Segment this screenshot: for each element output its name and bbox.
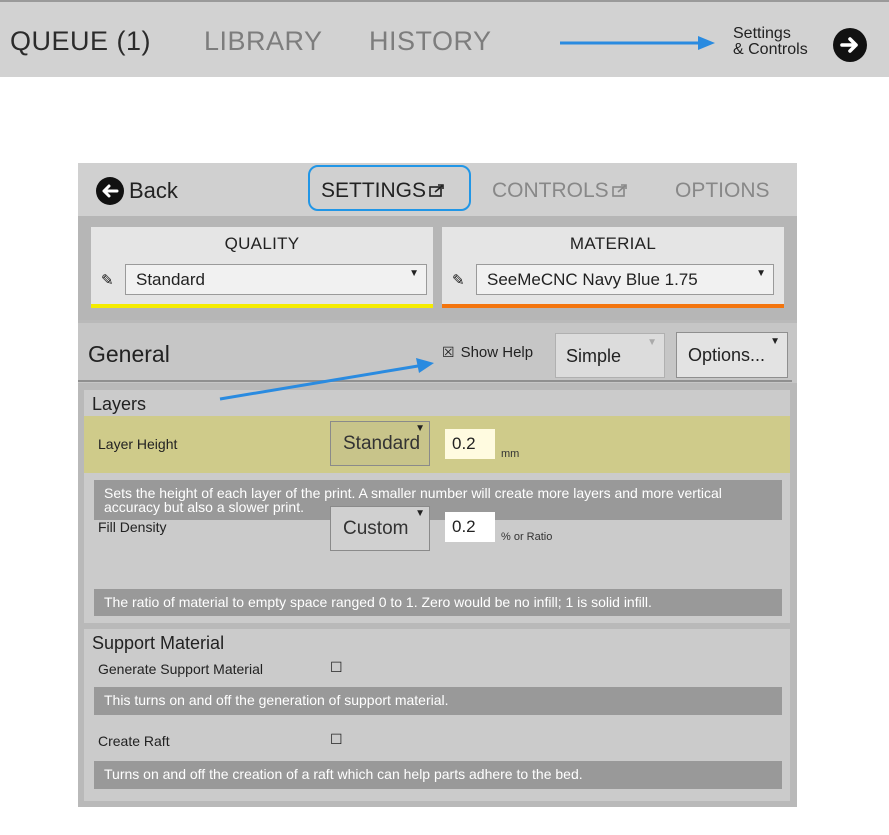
- material-value: SeeMeCNC Navy Blue 1.75: [487, 270, 698, 289]
- caret-down-icon: ▼: [409, 268, 419, 279]
- layers-section: Layers Layer Height Standard ▼ 0.2 mm Se…: [84, 390, 790, 623]
- tab-history[interactable]: HISTORY: [369, 26, 492, 57]
- tab-options[interactable]: OPTIONS: [675, 177, 770, 205]
- tab-queue[interactable]: QUEUE (1): [10, 26, 151, 57]
- caret-down-icon: ▼: [770, 336, 780, 347]
- layer-height-input[interactable]: 0.2: [445, 429, 495, 459]
- show-help-checkbox[interactable]: ☒: [442, 344, 455, 360]
- generate-support-label: Generate Support Material: [98, 661, 263, 677]
- tab-controls[interactable]: CONTROLS: [492, 177, 627, 205]
- fill-density-row: Fill Density Custom ▼ 0.2 % or Ratio: [84, 499, 790, 558]
- settings-mode-value: Simple: [566, 346, 622, 366]
- caret-down-icon: ▼: [647, 337, 657, 348]
- material-select[interactable]: SeeMeCNC Navy Blue 1.75 ▼: [476, 264, 774, 295]
- settings-mode-select[interactable]: Simple ▼: [555, 333, 665, 378]
- general-title: General: [88, 341, 170, 367]
- tab-controls-label: CONTROLS: [492, 179, 609, 202]
- layer-height-label: Layer Height: [98, 436, 178, 452]
- fill-density-unit: % or Ratio: [501, 531, 553, 543]
- material-title: MATERIAL: [569, 234, 657, 253]
- create-raft-checkbox[interactable]: ☐: [330, 731, 343, 748]
- show-help-toggle[interactable]: ☒ Show Help: [442, 344, 533, 361]
- fill-density-help: The ratio of material to empty space ran…: [94, 589, 782, 616]
- create-raft-row: Create Raft ☐: [84, 725, 790, 755]
- generate-support-help: This turns on and off the generation of …: [94, 687, 782, 715]
- top-tab-bar: QUEUE (1) LIBRARY HISTORY Settings & Con…: [0, 0, 889, 77]
- settings-panel: Back SETTINGS CONTROLS OPTIONS QUALITY ✎…: [78, 163, 797, 807]
- panel-header: Back SETTINGS CONTROLS OPTIONS: [78, 163, 797, 216]
- material-card: MATERIAL ✎ SeeMeCNC Navy Blue 1.75 ▼: [442, 227, 784, 308]
- caret-down-icon: ▼: [415, 423, 425, 434]
- quality-title: QUALITY: [224, 234, 300, 253]
- settings-controls-label[interactable]: Settings & Controls: [733, 26, 808, 58]
- layers-section-title: Layers: [92, 394, 147, 414]
- show-help-label: Show Help: [460, 344, 534, 361]
- tab-library[interactable]: LIBRARY: [204, 26, 323, 57]
- layer-height-unit: mm: [501, 448, 520, 460]
- quality-select[interactable]: Standard ▼: [125, 264, 427, 295]
- quality-material-row: QUALITY ✎ Standard ▼ MATERIAL ✎ SeeMeCNC…: [78, 216, 797, 320]
- generate-support-checkbox[interactable]: ☐: [330, 659, 343, 676]
- support-section: Support Material Generate Support Materi…: [84, 629, 790, 801]
- fill-density-preset-value: Custom: [343, 518, 409, 539]
- layer-height-preset-value: Standard: [343, 433, 421, 454]
- fill-density-preset-select[interactable]: Custom ▼: [330, 506, 430, 551]
- caret-down-icon: ▼: [756, 268, 766, 279]
- settings-controls-label-line1: Settings: [733, 25, 791, 42]
- quality-card: QUALITY ✎ Standard ▼: [91, 227, 433, 308]
- create-raft-help: Turns on and off the creation of a raft …: [94, 761, 782, 789]
- create-raft-label: Create Raft: [98, 733, 170, 749]
- back-label: Back: [129, 178, 178, 203]
- open-external-icon: [429, 184, 444, 197]
- options-menu-button[interactable]: Options... ▼: [676, 332, 788, 378]
- general-row: General ☒ Show Help Simple ▼ Options... ▼: [78, 323, 797, 383]
- tab-settings[interactable]: SETTINGS: [321, 177, 444, 205]
- open-external-icon: [611, 184, 627, 197]
- layer-height-preset-select[interactable]: Standard ▼: [330, 421, 430, 466]
- fill-density-input[interactable]: 0.2: [445, 512, 495, 542]
- arrow-right-circle-icon[interactable]: [833, 28, 867, 62]
- options-menu-label: Options...: [688, 345, 766, 365]
- quality-value: Standard: [136, 270, 205, 289]
- caret-down-icon: ▼: [415, 508, 425, 519]
- arrow-left-circle-icon: [96, 177, 124, 205]
- layer-height-row: Layer Height Standard ▼ 0.2 mm: [84, 416, 790, 473]
- settings-controls-label-line2: & Controls: [733, 41, 808, 58]
- pencil-icon[interactable]: ✎: [101, 271, 114, 289]
- pencil-icon[interactable]: ✎: [452, 271, 465, 289]
- fill-density-label: Fill Density: [98, 519, 167, 535]
- generate-support-row: Generate Support Material ☐: [84, 653, 790, 683]
- divider: [78, 380, 792, 382]
- tab-settings-label: SETTINGS: [321, 179, 427, 202]
- support-section-title: Support Material: [92, 633, 225, 653]
